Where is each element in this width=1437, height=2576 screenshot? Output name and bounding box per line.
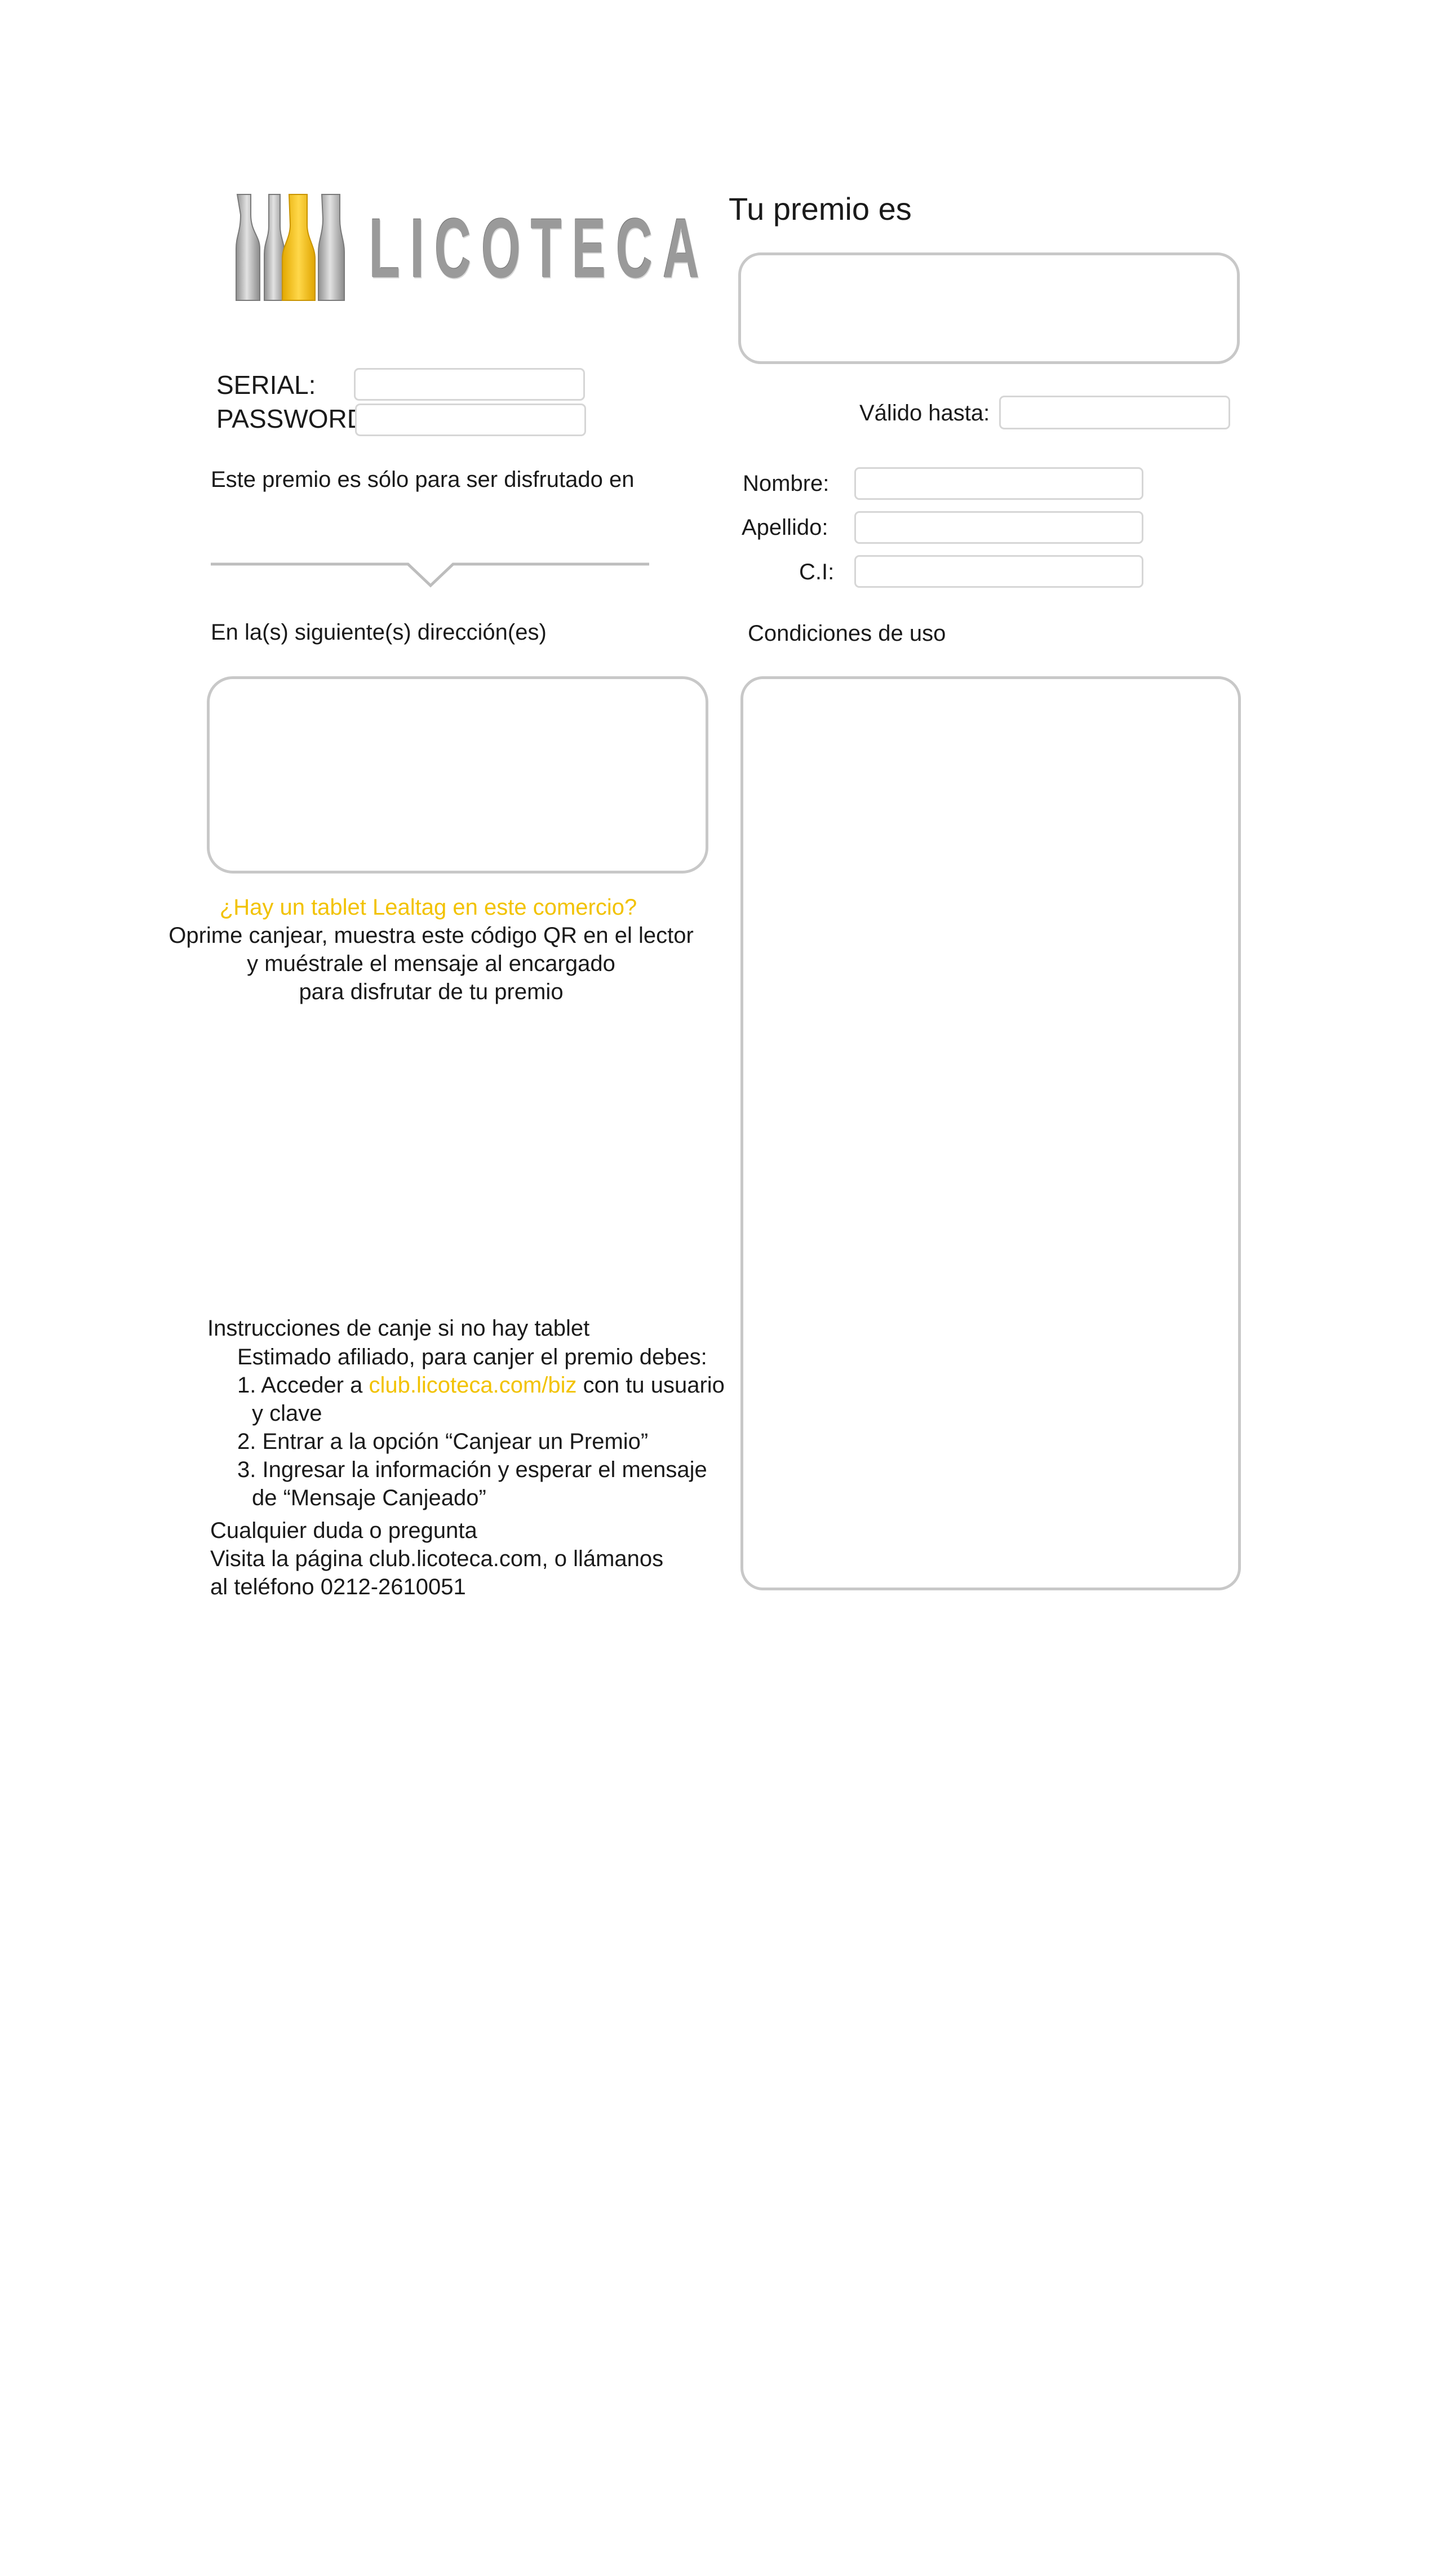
serial-field[interactable] bbox=[354, 368, 585, 401]
instructions-step-2: 2. Entrar a la opción “Canjear un Premio… bbox=[237, 1429, 649, 1454]
instructions-step-3: 3. Ingresar la información y esperar el … bbox=[237, 1457, 707, 1482]
tablet-line-1: Oprime canjear, muestra este código QR e… bbox=[168, 923, 694, 948]
valid-until-label: Válido hasta: bbox=[859, 401, 990, 425]
apellido-label: Apellido: bbox=[742, 515, 828, 540]
brand-logo: LICOTECA bbox=[234, 189, 699, 304]
password-label: PASSWORD: bbox=[216, 404, 373, 433]
instructions-intro: Estimado afiliado, para canjer el premio… bbox=[237, 1345, 707, 1369]
prize-title: Tu premio es bbox=[729, 191, 912, 227]
step-1-prefix: 1. Acceder a bbox=[237, 1373, 369, 1398]
conditions-box bbox=[740, 676, 1241, 1590]
addresses-box bbox=[207, 676, 708, 874]
password-field[interactable] bbox=[355, 404, 586, 436]
voucher-page: LICOTECA SERIAL: PASSWORD: Este premio e… bbox=[0, 0, 1437, 2576]
instructions-step-1-cont: y clave bbox=[252, 1401, 322, 1426]
prize-box bbox=[738, 252, 1240, 364]
conditions-text bbox=[743, 679, 1238, 713]
ci-field[interactable] bbox=[854, 555, 1143, 588]
instructions-step-3-cont: de “Mensaje Canjeado” bbox=[252, 1486, 486, 1510]
instructions-title: Instrucciones de canje si no hay tablet bbox=[207, 1316, 590, 1341]
serial-label: SERIAL: bbox=[216, 370, 316, 400]
brand-wordmark: LICOTECA bbox=[369, 201, 709, 295]
nombre-field[interactable] bbox=[854, 467, 1143, 500]
venue-intro: Este premio es sólo para ser disfrutado … bbox=[211, 467, 635, 492]
club-link[interactable]: club.licoteca.com/biz bbox=[369, 1373, 576, 1398]
conditions-label: Condiciones de uso bbox=[748, 621, 946, 646]
contact-line-2: Visita la página club.licoteca.com, o ll… bbox=[210, 1546, 664, 1571]
addresses-label: En la(s) siguiente(s) dirección(es) bbox=[211, 620, 547, 645]
tablet-line-3: para disfrutar de tu premio bbox=[299, 979, 564, 1004]
ci-label: C.I: bbox=[799, 560, 835, 584]
contact-line-3: al teléfono 0212-2610051 bbox=[210, 1575, 466, 1599]
apellido-field[interactable] bbox=[854, 511, 1143, 544]
contact-line-1: Cualquier duda o pregunta bbox=[210, 1518, 477, 1543]
venue-divider bbox=[211, 562, 649, 588]
addresses-value bbox=[210, 679, 706, 713]
step-1-suffix: con tu usuario bbox=[576, 1373, 725, 1398]
tablet-line-2: y muéstrale el mensaje al encargado bbox=[247, 951, 615, 976]
three-bottles-logo-icon bbox=[236, 194, 345, 301]
valid-until-field[interactable] bbox=[999, 396, 1230, 429]
instructions-step-1: 1. Acceder a club.licoteca.com/biz con t… bbox=[237, 1374, 725, 1396]
nombre-label: Nombre: bbox=[743, 471, 830, 496]
prize-value bbox=[741, 255, 1237, 289]
tablet-question: ¿Hay un tablet Lealtag en este comercio? bbox=[219, 895, 637, 920]
